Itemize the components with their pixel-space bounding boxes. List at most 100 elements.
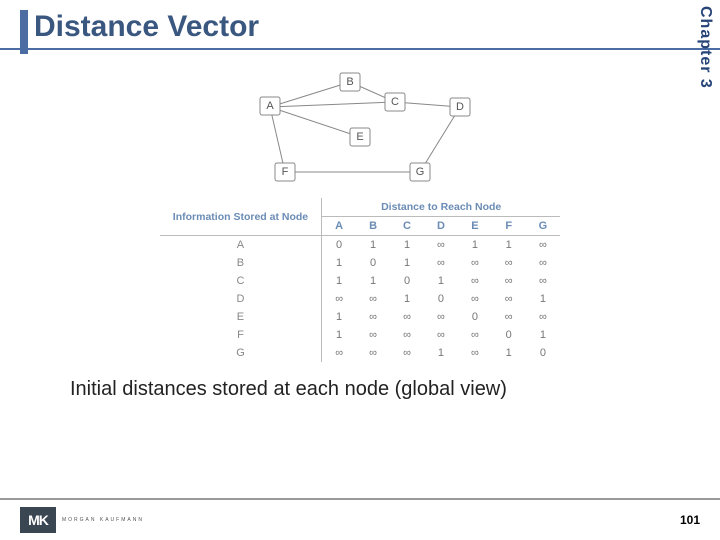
cell: ∞	[390, 344, 424, 362]
cell: ∞	[458, 326, 492, 344]
graph-node-D: D	[450, 98, 470, 116]
graph-figure: A B C D E F G	[40, 62, 680, 192]
svg-text:A: A	[266, 100, 274, 112]
slide-footer: MK MORGAN KAUFMANN 101	[0, 498, 720, 540]
network-graph: A B C D E F G	[210, 62, 510, 192]
cell: 1	[356, 272, 390, 290]
row-label: A	[160, 236, 322, 255]
slide-header: Distance Vector	[0, 0, 720, 50]
cell: ∞	[458, 272, 492, 290]
cell: ∞	[492, 254, 526, 272]
cell: ∞	[356, 308, 390, 326]
cell: ∞	[322, 344, 356, 362]
graph-node-B: B	[340, 73, 360, 91]
row-label: C	[160, 272, 322, 290]
table-row: E1∞∞∞0∞∞	[160, 308, 560, 326]
cell: 0	[492, 326, 526, 344]
col-header: A	[322, 217, 356, 236]
row-label: E	[160, 308, 322, 326]
cell: 0	[356, 254, 390, 272]
cell: 1	[492, 344, 526, 362]
header-accent-bar	[20, 10, 28, 54]
logo-mark: MK	[20, 507, 56, 533]
row-label: F	[160, 326, 322, 344]
figure-caption: Initial distances stored at each node (g…	[40, 362, 680, 401]
cell: ∞	[390, 326, 424, 344]
cell: ∞	[458, 344, 492, 362]
table-row: B101∞∞∞∞	[160, 254, 560, 272]
cell: 0	[424, 290, 458, 308]
cell: 1	[458, 236, 492, 255]
cell: ∞	[526, 236, 561, 255]
cell: ∞	[322, 290, 356, 308]
table-row: C1101∞∞∞	[160, 272, 560, 290]
cell: 0	[526, 344, 561, 362]
table-row: F1∞∞∞∞01	[160, 326, 560, 344]
cell: 1	[390, 290, 424, 308]
cell: ∞	[424, 236, 458, 255]
cell: ∞	[356, 326, 390, 344]
col-header: C	[390, 217, 424, 236]
cell: 1	[526, 290, 561, 308]
cell: 1	[322, 308, 356, 326]
graph-node-F: F	[275, 163, 295, 181]
page-title: Distance Vector	[20, 10, 700, 44]
cell: 1	[322, 326, 356, 344]
cell: 1	[526, 326, 561, 344]
cell: 1	[424, 344, 458, 362]
cell: ∞	[356, 344, 390, 362]
row-label: G	[160, 344, 322, 362]
table-row: D∞∞10∞∞1	[160, 290, 560, 308]
cell: ∞	[492, 290, 526, 308]
cell: ∞	[458, 290, 492, 308]
row-header-label: Information Stored at Node	[160, 198, 322, 236]
cell: 1	[356, 236, 390, 255]
graph-node-G: G	[410, 163, 430, 181]
cell: 0	[390, 272, 424, 290]
page-number: 101	[680, 513, 700, 527]
cell: ∞	[526, 254, 561, 272]
col-header: B	[356, 217, 390, 236]
graph-node-C: C	[385, 93, 405, 111]
table-row: A011∞11∞	[160, 236, 560, 255]
row-label: D	[160, 290, 322, 308]
cell: 0	[322, 236, 356, 255]
cell: ∞	[424, 326, 458, 344]
col-header: D	[424, 217, 458, 236]
logo-text: MORGAN KAUFMANN	[62, 517, 144, 523]
cell: 1	[424, 272, 458, 290]
svg-text:B: B	[346, 76, 353, 88]
cell: 1	[322, 254, 356, 272]
svg-text:E: E	[356, 131, 363, 143]
cell: ∞	[424, 308, 458, 326]
svg-text:F: F	[282, 166, 289, 178]
cell: ∞	[356, 290, 390, 308]
col-header: E	[458, 217, 492, 236]
cell: 0	[458, 308, 492, 326]
cell: ∞	[492, 272, 526, 290]
cell: 1	[492, 236, 526, 255]
table-row: G∞∞∞1∞10	[160, 344, 560, 362]
graph-node-A: A	[260, 97, 280, 115]
cell: ∞	[492, 308, 526, 326]
row-label: B	[160, 254, 322, 272]
col-header: F	[492, 217, 526, 236]
col-header: G	[526, 217, 561, 236]
cell: 1	[390, 254, 424, 272]
cell: 1	[390, 236, 424, 255]
svg-text:C: C	[391, 96, 399, 108]
cell: ∞	[526, 272, 561, 290]
content-area: A B C D E F G	[0, 50, 720, 401]
cell: ∞	[458, 254, 492, 272]
distance-table: Information Stored at Node Distance to R…	[160, 198, 560, 362]
cell: 1	[322, 272, 356, 290]
svg-text:G: G	[416, 166, 425, 178]
cell: ∞	[424, 254, 458, 272]
graph-node-E: E	[350, 128, 370, 146]
publisher-logo: MK MORGAN KAUFMANN	[20, 507, 144, 533]
chapter-label: Chapter 3	[694, 0, 716, 95]
table-title: Distance to Reach Node	[322, 198, 561, 217]
cell: ∞	[390, 308, 424, 326]
svg-text:D: D	[456, 101, 464, 113]
cell: ∞	[526, 308, 561, 326]
